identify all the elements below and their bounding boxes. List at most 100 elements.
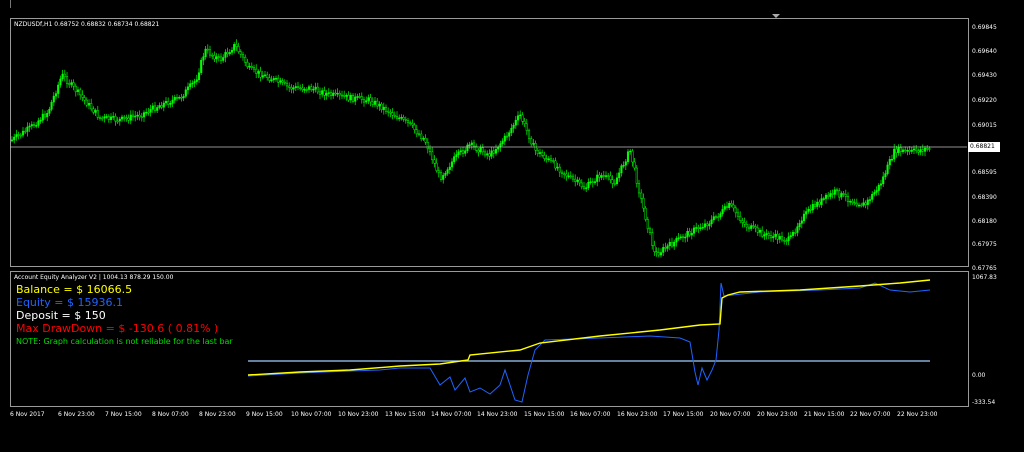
candle-body — [662, 247, 665, 253]
candle-body — [508, 132, 511, 137]
candle-body — [739, 215, 742, 221]
candle-body — [149, 109, 152, 113]
candle-body — [736, 212, 740, 217]
candle-body — [101, 117, 104, 120]
candle-body — [30, 124, 33, 127]
candle-body — [706, 223, 709, 227]
candle-body — [129, 114, 132, 121]
candle-body — [292, 87, 295, 90]
candle-body — [483, 151, 487, 156]
candle-body — [730, 203, 733, 206]
candle-body — [134, 115, 137, 118]
candle-body — [360, 96, 363, 100]
candle-body — [921, 149, 924, 152]
chart-canvas — [10, 39, 967, 403]
candle-body — [213, 55, 216, 60]
candle-body — [76, 89, 80, 92]
candle-body — [646, 219, 649, 230]
candle-body — [620, 165, 623, 174]
candle-body — [193, 81, 196, 84]
candle-body — [774, 233, 777, 237]
candle-body — [589, 181, 592, 183]
candle-body — [888, 159, 891, 166]
candle-body — [776, 233, 779, 240]
candle-body — [391, 112, 394, 116]
candle-body — [303, 89, 306, 91]
candle-body — [230, 50, 234, 53]
candle-body — [648, 228, 652, 233]
candle-body — [380, 103, 383, 110]
candle-body — [622, 165, 625, 167]
candle-body — [684, 236, 687, 239]
candle-body — [866, 199, 869, 205]
candle-body — [10, 139, 14, 142]
candle-body — [48, 108, 51, 114]
candle-body — [332, 92, 335, 96]
candle-body — [59, 78, 62, 86]
candle-body — [923, 147, 927, 152]
candle-body — [316, 86, 319, 93]
candle-body — [596, 174, 599, 182]
candle-body — [783, 239, 786, 242]
candle-body — [200, 59, 203, 73]
candle-body — [789, 235, 792, 238]
candle-body — [805, 211, 808, 215]
candle-body — [809, 209, 812, 211]
candle-body — [228, 52, 231, 55]
candle-body — [849, 200, 852, 203]
candle-body — [895, 148, 898, 154]
candle-body — [708, 223, 711, 227]
candle-body — [450, 161, 454, 168]
candle-body — [362, 99, 366, 103]
candle-body — [224, 52, 227, 58]
candle-body — [340, 94, 344, 97]
candle-body — [109, 116, 113, 120]
candle-body — [215, 56, 218, 60]
candle-body — [591, 181, 594, 183]
candle-body — [816, 201, 819, 207]
candle-body — [585, 187, 588, 189]
candle-body — [376, 100, 379, 107]
candle-body — [514, 119, 517, 126]
candle-body — [140, 116, 143, 119]
candle-body — [186, 86, 190, 91]
candle-body — [219, 56, 223, 61]
candle-body — [116, 120, 119, 123]
candle-body — [105, 116, 108, 118]
candle-body — [827, 194, 830, 197]
candle-body — [882, 176, 885, 185]
candle-body — [250, 66, 253, 68]
candle-body — [367, 97, 370, 101]
candle-body — [349, 94, 352, 101]
candle-body — [692, 227, 696, 234]
candle-body — [74, 85, 77, 93]
candle-body — [318, 91, 322, 95]
candle-body — [844, 194, 847, 197]
candle-body — [860, 204, 863, 207]
candle-body — [545, 158, 548, 160]
candle-body — [178, 97, 181, 99]
candle-body — [103, 116, 106, 119]
candle-body — [842, 193, 845, 195]
candle-body — [640, 192, 643, 199]
deposit-label: Deposit = $ 150 — [16, 309, 106, 322]
candle-body — [263, 74, 267, 77]
y-tick: 0.68390 — [972, 194, 997, 201]
candle-body — [501, 140, 504, 144]
candle-body — [569, 175, 572, 178]
candle-body — [607, 175, 610, 177]
candle-body — [479, 147, 482, 153]
candle-body — [767, 233, 770, 236]
x-tick: 16 Nov 23:00 — [617, 411, 658, 418]
candle-body — [468, 144, 471, 146]
candle-body — [571, 175, 575, 180]
candle-body — [266, 74, 269, 78]
candle-body — [556, 166, 559, 169]
candle-body — [750, 225, 753, 229]
candle-body — [712, 216, 715, 221]
candle-body — [206, 48, 209, 51]
candle-body — [338, 92, 341, 96]
candle-body — [505, 135, 509, 138]
candle-body — [387, 110, 390, 113]
candle-body — [167, 101, 170, 105]
